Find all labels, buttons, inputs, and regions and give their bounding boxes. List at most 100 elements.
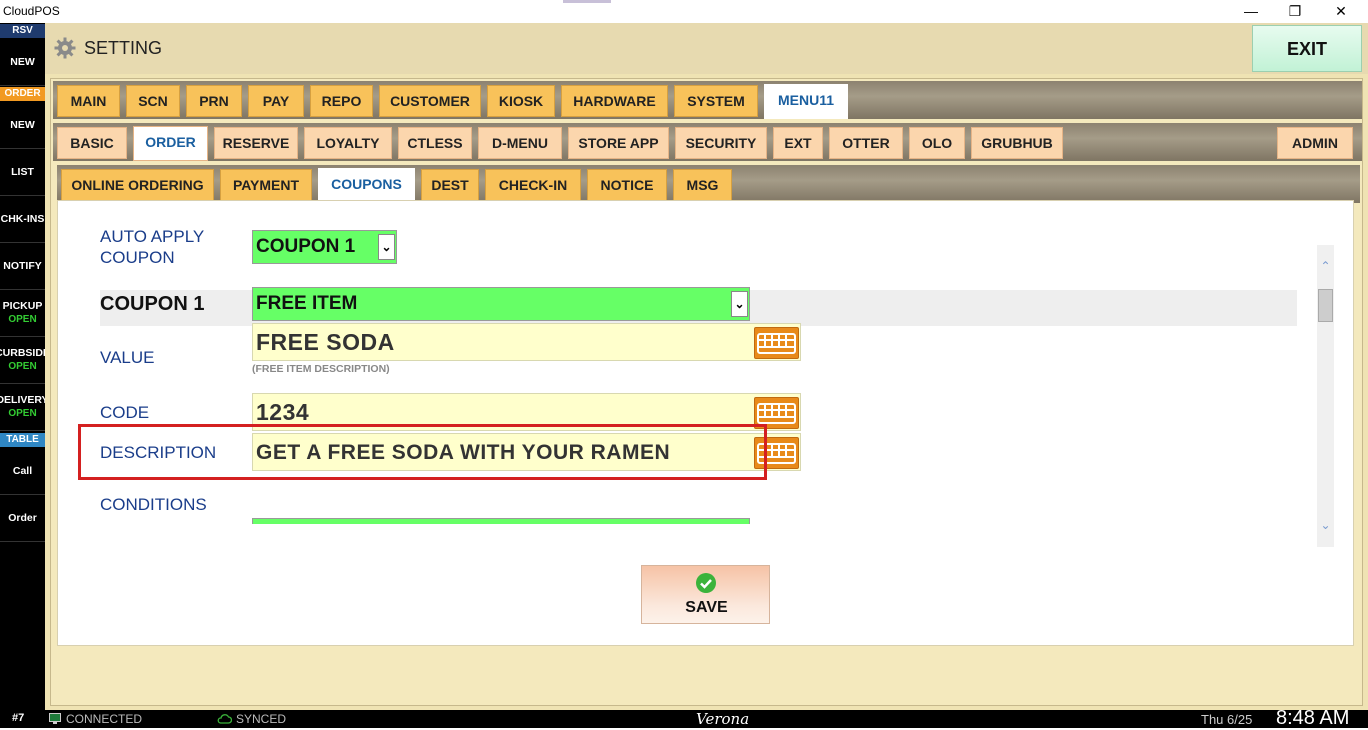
app-title: CloudPOS (3, 4, 60, 18)
sync-status: SYNCED (236, 712, 287, 726)
store-name: Verona (696, 710, 750, 728)
tab-grubhub[interactable]: GRUBHUB (971, 127, 1063, 159)
sidebar-item-label: NOTIFY (3, 260, 42, 272)
close-button[interactable]: ✕ (1318, 0, 1364, 23)
sidebar-item-label: Order (8, 512, 37, 524)
station-number: #7 (12, 712, 25, 724)
scroll-thumb[interactable] (1318, 289, 1333, 322)
sidebar-item-label: Call (12, 465, 33, 477)
header: SETTING EXIT (45, 23, 1368, 74)
exit-button[interactable]: EXIT (1252, 25, 1362, 72)
sidebar-list[interactable]: LIST (0, 149, 45, 196)
tab-reserve[interactable]: RESERVE (214, 127, 298, 159)
sidebar-item-label: NEW (10, 119, 35, 131)
auto-apply-value: COUPON 1 (256, 236, 356, 257)
sidebar-curbside[interactable]: CURBSIDE OPEN (0, 337, 45, 384)
auto-apply-label-line1: AUTO APPLY (100, 227, 205, 246)
tab-row-primary: MAIN SCN PRN PAY REPO CUSTOMER KIOSK HAR… (53, 81, 1362, 119)
chevron-down-icon: ⌄ (731, 291, 748, 317)
tab-scn[interactable]: SCN (126, 85, 180, 117)
checkmark-icon (696, 573, 716, 593)
tab-check-in[interactable]: CHECK-IN (485, 169, 581, 201)
tab-row-secondary: BASIC ORDER RESERVE LOYALTY CTLESS D-MEN… (53, 123, 1362, 161)
category-table: TABLE (0, 433, 45, 447)
tab-loyalty[interactable]: LOYALTY (304, 127, 392, 159)
tab-store-app[interactable]: STORE APP (568, 127, 669, 159)
tab-main[interactable]: MAIN (57, 85, 120, 117)
coupon-type-value: FREE ITEM (256, 293, 358, 314)
delivery-status: OPEN (8, 408, 37, 419)
tab-repo[interactable]: REPO (310, 85, 373, 117)
status-time: 8:48 AM (1276, 707, 1350, 729)
title-bar: CloudPOS — ❐ ✕ (0, 0, 1368, 23)
keyboard-icon[interactable] (754, 327, 799, 359)
tab-notice[interactable]: NOTICE (587, 169, 667, 201)
conditions-label: CONDITIONS (100, 495, 207, 514)
chevron-down-icon: ⌄ (378, 234, 395, 260)
sidebar-item-label: LIST (11, 166, 34, 178)
tab-admin[interactable]: ADMIN (1277, 127, 1353, 159)
sidebar-item-label: DELIVERY (0, 394, 45, 406)
tab-customer[interactable]: CUSTOMER (379, 85, 481, 117)
tab-ext[interactable]: EXT (773, 127, 823, 159)
tab-otter[interactable]: OTTER (829, 127, 903, 159)
sidebar-item-label: CHK-INS (0, 213, 45, 225)
tab-system[interactable]: SYSTEM (674, 85, 758, 117)
tab-order[interactable]: ORDER (133, 126, 208, 161)
scroll-up-icon[interactable]: ⌃ (1317, 258, 1334, 275)
tab-pay[interactable]: PAY (248, 85, 304, 117)
sidebar-pickup[interactable]: PICKUP OPEN (0, 290, 45, 337)
sidebar-chk-ins[interactable]: CHK-INS (0, 196, 45, 243)
tab-basic[interactable]: BASIC (57, 127, 127, 159)
tab-security[interactable]: SECURITY (675, 127, 767, 159)
sidebar-notify[interactable]: NOTIFY (0, 243, 45, 290)
curbside-status: OPEN (8, 361, 37, 372)
sidebar-order-new[interactable]: NEW (0, 102, 45, 149)
coupon-label: COUPON 1 (100, 293, 205, 315)
restore-button[interactable]: ❐ (1272, 0, 1318, 23)
status-bar: #7 CONNECTED SYNCED Verona Thu 6/25 8:48… (0, 707, 1368, 729)
tab-payment[interactable]: PAYMENT (220, 169, 312, 201)
code-label: CODE (100, 403, 150, 422)
sidebar-call[interactable]: Call (0, 448, 45, 495)
tab-msg[interactable]: MSG (673, 169, 732, 201)
form-scrollbar[interactable]: ⌃ ⌄ (1317, 245, 1334, 547)
monitor-icon (49, 713, 61, 724)
tab-coupons[interactable]: COUPONS (318, 168, 415, 203)
sidebar-order[interactable]: Order (0, 495, 45, 542)
sidebar-item-label: PICKUP (2, 300, 43, 312)
page-title: SETTING (84, 38, 163, 58)
value-label: VALUE (100, 348, 155, 367)
sidebar-rsv-new[interactable]: NEW (0, 39, 45, 86)
pickup-status: OPEN (8, 314, 37, 325)
tab-kiosk[interactable]: KIOSK (487, 85, 555, 117)
auto-apply-label: AUTO APPLY COUPON (100, 226, 204, 268)
auto-apply-select[interactable]: COUPON 1 ⌄ (252, 230, 397, 264)
scroll-down-icon[interactable]: ⌄ (1317, 517, 1334, 534)
save-label: SAVE (685, 599, 728, 616)
tab-ctless[interactable]: CTLESS (398, 127, 472, 159)
coupon-type-select[interactable]: FREE ITEM ⌄ (252, 287, 750, 321)
tab-menu11[interactable]: MENU11 (764, 84, 848, 119)
connection-status: CONNECTED (66, 712, 143, 726)
tab-dest[interactable]: DEST (421, 169, 479, 201)
tab-prn[interactable]: PRN (186, 85, 242, 117)
status-date: Thu 6/25 (1201, 712, 1253, 727)
tab-d-menu[interactable]: D-MENU (478, 127, 562, 159)
minimize-button[interactable]: — (1228, 0, 1274, 23)
tab-online-ordering[interactable]: ONLINE ORDERING (61, 169, 214, 201)
value-input[interactable]: FREE SODA (252, 323, 801, 361)
save-button[interactable]: SAVE (641, 565, 770, 624)
highlight-box (78, 424, 767, 480)
cloud-icon (217, 713, 233, 724)
sidebar-delivery[interactable]: DELIVERY OPEN (0, 384, 45, 431)
category-order: ORDER (0, 87, 45, 101)
tab-hardware[interactable]: HARDWARE (561, 85, 668, 117)
tab-row-tertiary: ONLINE ORDERING PAYMENT COUPONS DEST CHE… (57, 165, 1360, 203)
tab-olo[interactable]: OLO (909, 127, 965, 159)
sidebar-item-label: CURBSIDE (0, 347, 45, 359)
conditions-select[interactable] (252, 518, 750, 524)
sidebar-item-label: NEW (10, 56, 35, 68)
category-rsv: RSV (0, 24, 45, 38)
auto-apply-label-line2: COUPON (100, 248, 175, 267)
